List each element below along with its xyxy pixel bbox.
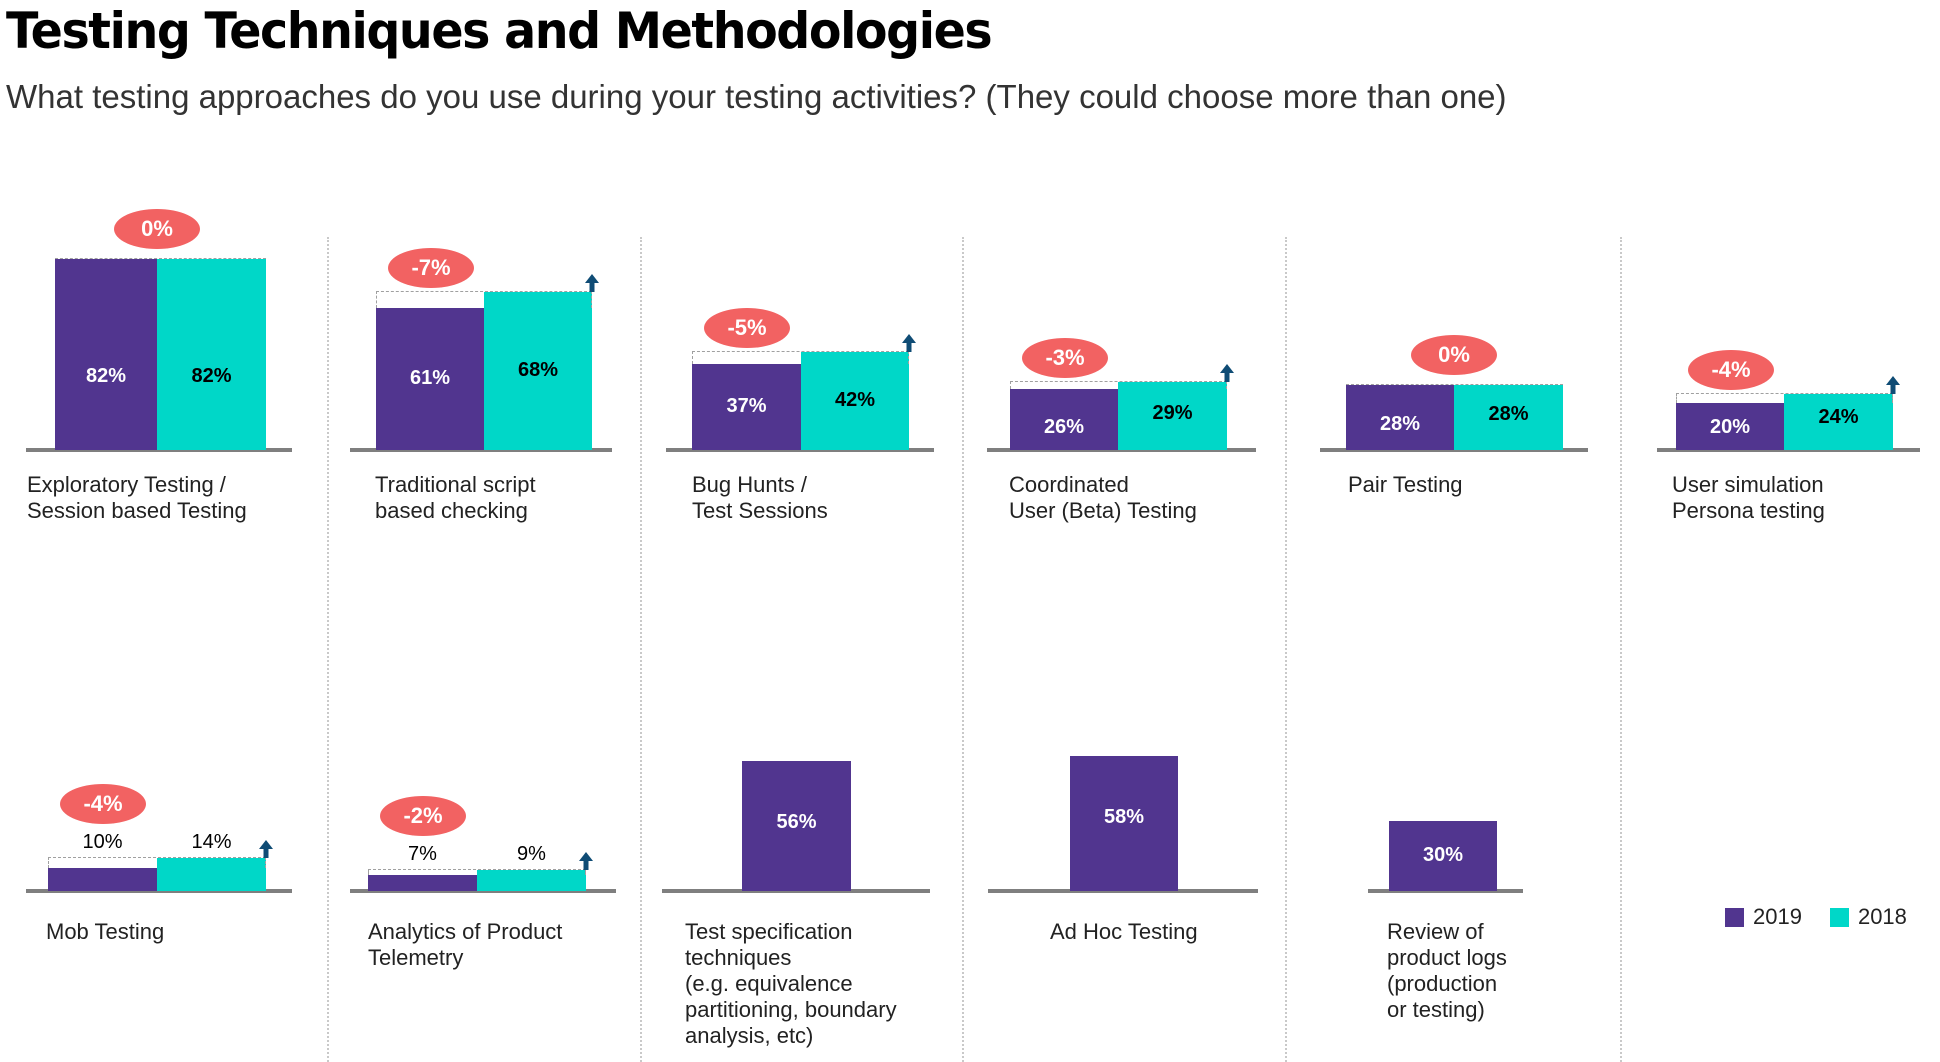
- delta-badge: 0%: [114, 208, 200, 249]
- panel-separator: [1285, 237, 1287, 1062]
- value-label-2019: 82%: [85, 365, 127, 388]
- ghost-outline-3: [1010, 381, 1227, 390]
- delta-badge: -4%: [1688, 350, 1774, 391]
- legend-swatch-2019: [1725, 907, 1744, 927]
- legend-label-2019: 2019: [1753, 904, 1802, 929]
- bar-2019-6: [48, 867, 157, 891]
- value-label-2018: 68%: [517, 358, 559, 381]
- delta-badge: -5%: [704, 308, 790, 349]
- panel-separator: [640, 237, 642, 1062]
- ghost-outline-1: [376, 290, 592, 308]
- panel-separator: [962, 237, 964, 1062]
- legend-item-2018: 2018: [1829, 904, 1907, 930]
- ghost-outline-2: [692, 351, 909, 364]
- legend-item-2019: 2019: [1725, 904, 1802, 930]
- ghost-outline-5: [1676, 393, 1893, 404]
- category-label: Bug Hunts / Test Sessions: [692, 472, 828, 523]
- value-label-2019: 26%: [1043, 415, 1085, 438]
- value-label-2018: 28%: [1488, 403, 1529, 426]
- category-label: Pair Testing: [1348, 472, 1463, 497]
- value-label-2018: 14%: [191, 831, 232, 854]
- category-label: User simulation Persona testing: [1672, 472, 1825, 523]
- category-label: Ad Hoc Testing: [1050, 919, 1198, 944]
- value-label-2019: 30%: [1422, 844, 1464, 867]
- value-label-2019: 10%: [82, 831, 123, 854]
- value-label-2018: 82%: [191, 365, 232, 388]
- category-label: Coordinated User (Beta) Testing: [1009, 472, 1197, 523]
- category-label: Exploratory Testing / Session based Test…: [27, 472, 247, 523]
- delta-badge: -4%: [60, 784, 146, 825]
- delta-badge: -2%: [380, 796, 466, 837]
- ghost-outline-7: [368, 869, 586, 875]
- delta-badge: 0%: [1411, 334, 1497, 375]
- arrow-up-icon: [902, 334, 916, 353]
- category-label: Mob Testing: [46, 919, 165, 944]
- ghost-outline-0: [55, 257, 266, 259]
- page-subtitle: What testing approaches do you use durin…: [6, 78, 1507, 115]
- bar-2018-0: [157, 258, 266, 450]
- ghost-outline-6: [48, 857, 266, 868]
- delta-badge: -3%: [1022, 338, 1108, 379]
- legend: 2019 2018: [1725, 904, 1935, 930]
- value-label-2019: 20%: [1709, 416, 1751, 438]
- value-label-2019: 7%: [408, 843, 437, 866]
- category-label: Analytics of Product Telemetry: [368, 919, 563, 970]
- delta-badge: -7%: [388, 247, 474, 288]
- value-label-2018: 9%: [517, 843, 546, 866]
- value-label-2018: 29%: [1152, 402, 1193, 425]
- value-label-2019: 37%: [726, 394, 767, 417]
- value-label-2018: 24%: [1818, 406, 1859, 428]
- value-label-2018: 42%: [834, 389, 876, 412]
- bar-2019-7: [368, 874, 477, 891]
- value-label-2019: 28%: [1379, 413, 1421, 436]
- panel-separator: [1620, 237, 1622, 1062]
- category-label: Test specification techniques (e.g. equi…: [685, 919, 897, 1048]
- legend-swatch-2018: [1829, 907, 1849, 927]
- page-title: Testing Techniques and Methodologies: [6, 2, 993, 60]
- panel-separator: [327, 237, 329, 1062]
- arrow-up-icon: [1886, 376, 1900, 395]
- category-label: Review of product logs (production or te…: [1387, 919, 1507, 1022]
- value-label-2019: 58%: [1103, 805, 1145, 828]
- category-label: Traditional script based checking: [375, 472, 536, 523]
- ghost-outline-4: [1346, 383, 1563, 385]
- legend-label-2018: 2018: [1857, 904, 1907, 929]
- value-label-2019: 61%: [409, 366, 451, 389]
- arrow-up-icon: [585, 273, 599, 292]
- value-label-2019: 56%: [776, 810, 817, 833]
- bar-2019-0: [55, 258, 157, 450]
- arrow-up-icon: [1220, 364, 1234, 383]
